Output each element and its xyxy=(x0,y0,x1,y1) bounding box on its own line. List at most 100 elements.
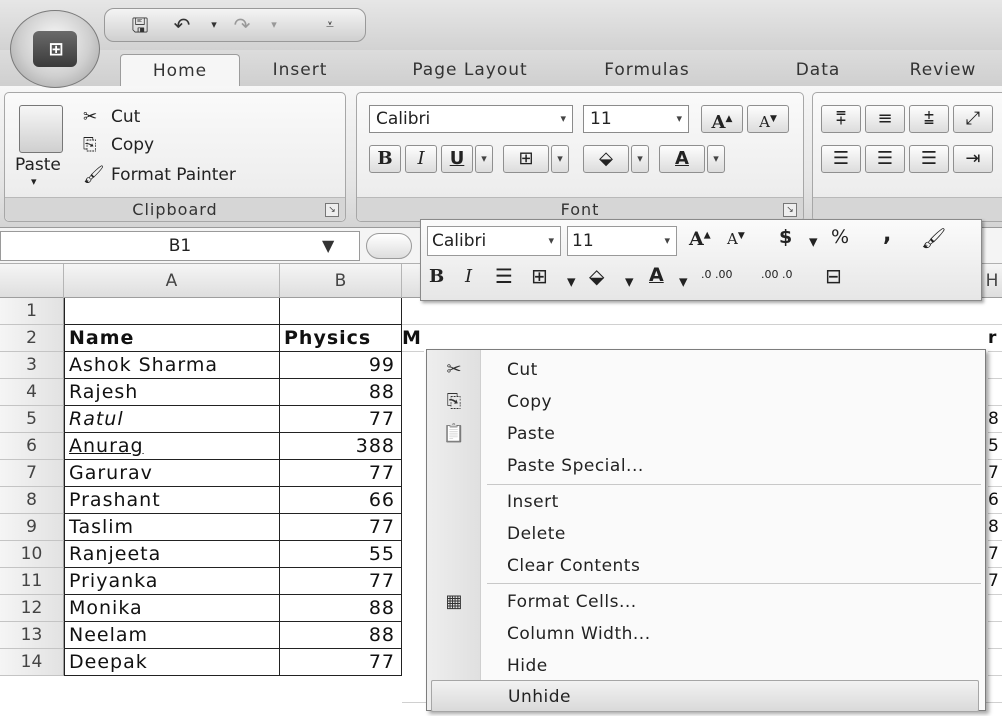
menu-item-hide[interactable]: Hide xyxy=(427,650,985,682)
mini-borders-icon[interactable]: ⊞ xyxy=(531,264,548,288)
cell-h6-partial[interactable]: 5 xyxy=(988,433,1002,460)
mini-center-icon[interactable]: ☰ xyxy=(495,264,513,288)
menu-item-paste[interactable]: 📋 Paste xyxy=(427,418,985,450)
mini-format-painter-icon[interactable]: 🖌 xyxy=(921,226,946,250)
mini-fill-color-icon[interactable]: ⬙ xyxy=(589,264,604,288)
fill-color-dropdown-icon[interactable]: ▾ xyxy=(631,145,649,173)
orientation-icon[interactable]: ⤢ xyxy=(953,105,993,133)
row-header[interactable]: 9 xyxy=(0,514,64,541)
mini-font-size-box[interactable]: 11 ▾ xyxy=(567,226,677,256)
row-1-remaining-cells[interactable] xyxy=(402,298,1002,325)
cell-b12[interactable]: 88 xyxy=(280,595,402,622)
row-header[interactable]: 12 xyxy=(0,595,64,622)
row-header[interactable]: 6 xyxy=(0,433,64,460)
menu-item-insert[interactable]: Insert xyxy=(427,486,985,518)
redo-icon[interactable]: ↷ xyxy=(229,13,255,37)
tab-data[interactable]: Data xyxy=(778,54,858,86)
font-name-box[interactable]: Calibri ▾ xyxy=(369,105,573,133)
name-box-dropdown-icon[interactable]: ▼ xyxy=(322,236,334,255)
mini-merge-center-icon[interactable]: ⊟ xyxy=(825,264,842,288)
save-icon[interactable]: 🖫 xyxy=(127,13,153,37)
cell-b1[interactable] xyxy=(280,298,402,325)
column-header-h[interactable]: H xyxy=(982,264,1002,298)
align-middle-icon[interactable]: ≡ xyxy=(865,105,905,133)
cell-b7[interactable]: 77 xyxy=(280,460,402,487)
cell-a4[interactable]: Rajesh xyxy=(64,379,280,406)
cell-a11[interactable]: Priyanka xyxy=(64,568,280,595)
tab-formulas[interactable]: Formulas xyxy=(572,54,722,86)
cell-b5[interactable]: 77 xyxy=(280,406,402,433)
mini-italic-button[interactable]: I xyxy=(465,266,472,287)
mini-decrease-decimal-icon[interactable]: .00 .0 xyxy=(761,268,793,281)
format-painter-button[interactable]: Format Painter xyxy=(111,165,236,185)
cell-c2-partial[interactable]: M xyxy=(402,325,424,352)
undo-dropdown-icon[interactable]: ▾ xyxy=(201,13,227,37)
mini-font-color-button[interactable]: A xyxy=(649,264,664,286)
cell-a3[interactable]: Ashok Sharma xyxy=(64,352,280,379)
paste-icon[interactable] xyxy=(19,105,63,153)
cell-b11[interactable]: 77 xyxy=(280,568,402,595)
menu-item-delete[interactable]: Delete xyxy=(427,518,985,550)
menu-item-format-cells[interactable]: ▦ Format Cells... xyxy=(427,586,985,618)
menu-item-unhide[interactable]: Unhide xyxy=(431,680,979,712)
redo-dropdown-icon[interactable]: ▾ xyxy=(261,13,287,37)
mini-increase-decimal-icon[interactable]: .0 .00 xyxy=(701,268,733,281)
mini-currency-dropdown-icon[interactable]: ▾ xyxy=(809,232,818,252)
menu-item-column-width[interactable]: Column Width... xyxy=(427,618,985,650)
cell-b4[interactable]: 88 xyxy=(280,379,402,406)
row-header[interactable]: 10 xyxy=(0,541,64,568)
align-right-icon[interactable]: ☰ xyxy=(909,145,949,173)
clipboard-launcher-icon[interactable]: ↘ xyxy=(325,203,339,217)
font-color-dropdown-icon[interactable]: ▾ xyxy=(707,145,725,173)
cell-b3[interactable]: 99 xyxy=(280,352,402,379)
cell-a7[interactable]: Garurav xyxy=(64,460,280,487)
font-size-box[interactable]: 11 ▾ xyxy=(583,105,689,133)
font-color-button[interactable]: A xyxy=(659,145,705,173)
undo-icon[interactable]: ↶ xyxy=(169,13,195,37)
underline-button[interactable]: U xyxy=(441,145,473,173)
row-header[interactable]: 8 xyxy=(0,487,64,514)
cell-h5-partial[interactable]: 8 xyxy=(988,406,1002,433)
mini-percent-button[interactable]: % xyxy=(831,226,849,248)
row-header[interactable]: 13 xyxy=(0,622,64,649)
cell-b6[interactable]: 388 xyxy=(280,433,402,460)
cell-b9[interactable]: 77 xyxy=(280,514,402,541)
font-name-dropdown-icon[interactable]: ▾ xyxy=(560,106,566,132)
mini-currency-button[interactable]: $ xyxy=(779,226,792,248)
cell-a12[interactable]: Monika xyxy=(64,595,280,622)
align-bottom-icon[interactable]: ⩲ xyxy=(909,105,949,133)
mini-comma-button[interactable]: , xyxy=(883,222,891,247)
cell-h13-partial[interactable] xyxy=(988,622,1002,649)
cell-a10[interactable]: Ranjeeta xyxy=(64,541,280,568)
tab-page-layout[interactable]: Page Layout xyxy=(390,54,550,86)
office-button[interactable]: ⊞ xyxy=(10,10,100,88)
customize-qat-icon[interactable]: ⩡ xyxy=(317,13,343,37)
font-size-dropdown-icon[interactable]: ▾ xyxy=(676,106,682,132)
formula-bar-buttons[interactable] xyxy=(366,233,412,259)
mini-borders-dropdown-icon[interactable]: ▾ xyxy=(567,272,576,292)
cell-h2-partial[interactable]: r xyxy=(988,325,1002,352)
row-header[interactable]: 14 xyxy=(0,649,64,676)
mini-font-color-dropdown-icon[interactable]: ▾ xyxy=(679,272,688,292)
cell-a8[interactable]: Prashant xyxy=(64,487,280,514)
cell-h3-partial[interactable] xyxy=(988,352,1002,379)
italic-button[interactable]: I xyxy=(405,145,437,173)
cell-a2[interactable]: Name xyxy=(64,325,280,352)
row-header[interactable]: 7 xyxy=(0,460,64,487)
shrink-font-button[interactable]: A▼ xyxy=(747,105,789,133)
cell-h9-partial[interactable]: 8 xyxy=(988,514,1002,541)
mini-bold-button[interactable]: B xyxy=(429,266,444,287)
menu-item-cut[interactable]: ✂ Cut xyxy=(427,354,985,386)
cell-h4-partial[interactable] xyxy=(988,379,1002,406)
row-header[interactable]: 2 xyxy=(0,325,64,352)
align-left-icon[interactable]: ☰ xyxy=(821,145,861,173)
borders-dropdown-icon[interactable]: ▾ xyxy=(551,145,569,173)
row-header[interactable]: 5 xyxy=(0,406,64,433)
grow-font-button[interactable]: A▲ xyxy=(701,105,743,133)
indent-icon[interactable]: ⇥ xyxy=(953,145,993,173)
mini-shrink-font-button[interactable]: A▼ xyxy=(727,230,745,248)
cut-button[interactable]: Cut xyxy=(111,107,140,127)
tab-review[interactable]: Review xyxy=(888,54,998,86)
copy-button[interactable]: Copy xyxy=(111,135,154,155)
fill-color-icon[interactable]: ⬙ xyxy=(583,145,629,173)
